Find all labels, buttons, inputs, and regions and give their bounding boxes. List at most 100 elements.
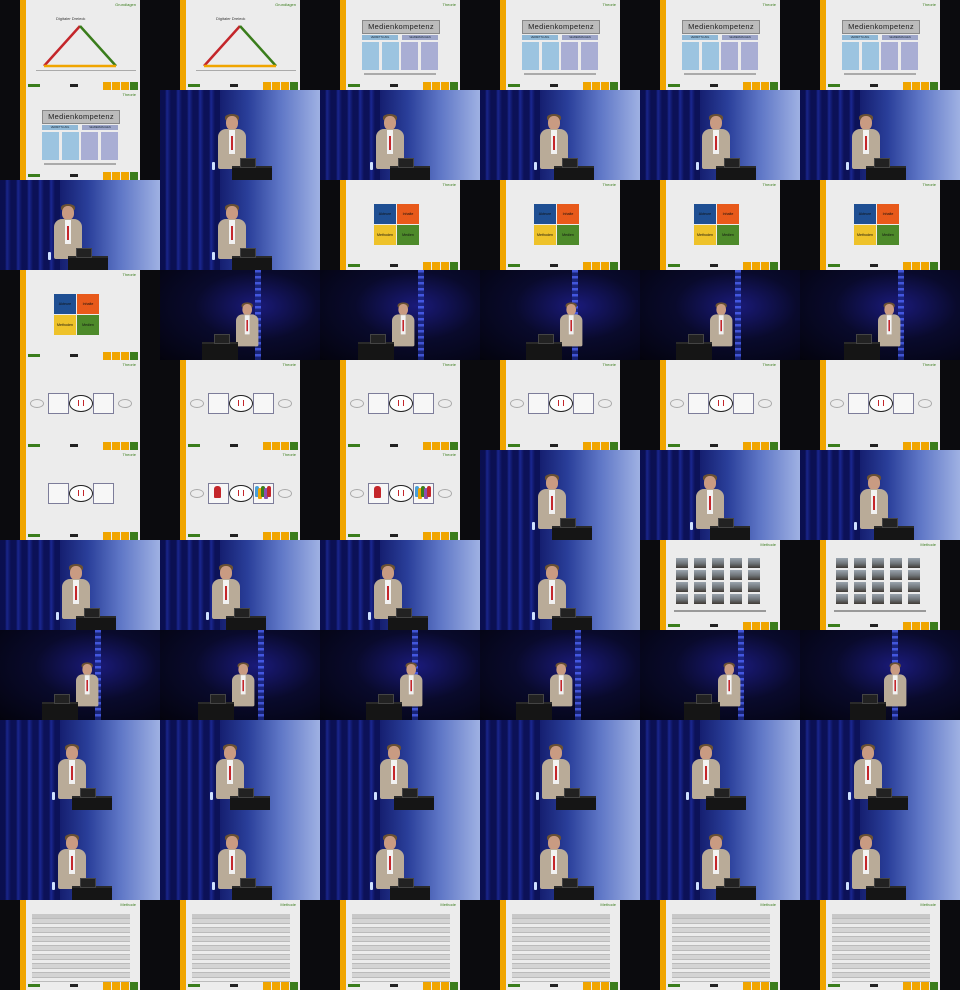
- slide: Theorie Medienkompetenz VERMITTLUNG SELBERM…: [20, 90, 140, 180]
- speaker-head: [70, 566, 82, 580]
- process-box: [48, 393, 69, 414]
- process-box: [208, 393, 229, 414]
- water-bottle: [370, 882, 373, 890]
- slide-corner-square: [912, 82, 920, 90]
- slide-thumbnail: Methode: [800, 540, 960, 630]
- speaker-head: [550, 746, 562, 760]
- triangle-edge: [79, 25, 117, 67]
- water-bottle: [846, 162, 849, 170]
- slide-corner-square: [121, 352, 129, 360]
- slide-logo: [668, 444, 680, 447]
- stage-truss: [898, 270, 904, 360]
- process-end-marker: [190, 399, 204, 408]
- speaker-lanyard: [720, 320, 722, 332]
- slide: Theorie: [340, 450, 460, 540]
- stage-photo-thumbnail: [160, 540, 320, 630]
- slide-thumbnail: Theorie Akteure Inhalte Methoden Medien: [800, 180, 960, 270]
- stage-curtain: [480, 450, 540, 540]
- speaker-lanyard: [873, 496, 875, 510]
- laptop: [560, 608, 576, 618]
- slide-corner-square: [103, 172, 111, 180]
- slide-section-title: Theorie: [762, 182, 776, 187]
- slide: Theorie: [180, 450, 300, 540]
- slide-section-title: Theorie: [442, 362, 456, 367]
- slide-corner-square: [112, 442, 120, 450]
- stage-photo-thumbnail: [0, 720, 160, 810]
- slide: Theorie Medienkompetenz VERMITTLUNG SELBERM…: [660, 0, 780, 90]
- slide-thumbnail: Theorie: [160, 450, 320, 540]
- slide-corner-square: [272, 532, 280, 540]
- laptop: [402, 788, 418, 798]
- slide-corner-square: [743, 82, 751, 90]
- speaker-head: [546, 476, 558, 490]
- speaker-lanyard: [410, 680, 412, 692]
- speaker-lanyard: [387, 586, 389, 600]
- slide-corner-square: [921, 82, 929, 90]
- slide-corner-square: [423, 532, 431, 540]
- mk-column-box: [721, 42, 738, 70]
- lectern: [556, 796, 596, 810]
- photo-thumbnail: [836, 570, 848, 580]
- speaker-lanyard: [389, 856, 391, 870]
- table-row: [672, 978, 770, 982]
- quad-tile: Methoden: [694, 225, 716, 245]
- laptop: [238, 788, 254, 798]
- slide-corner-square: [770, 622, 778, 630]
- stage-curtain: [0, 540, 60, 630]
- quad-tile: Inhalte: [77, 294, 99, 314]
- photo-thumbnail: [748, 570, 760, 580]
- photo-thumbnail: [908, 594, 920, 604]
- photo-thumbnail: [712, 570, 724, 580]
- slide-corner-square: [290, 442, 298, 450]
- photo-thumbnail: [676, 558, 688, 568]
- license-badge: [870, 84, 878, 87]
- slide-logo: [668, 264, 680, 267]
- lectern: [72, 796, 112, 810]
- slide-logo: [668, 984, 680, 987]
- slide-corner-square: [761, 982, 769, 990]
- process-end-marker: [918, 399, 932, 408]
- lectern: [226, 616, 266, 630]
- stage-curtain: [160, 180, 220, 270]
- lectern: [554, 166, 594, 180]
- slide-corner-square: [601, 442, 609, 450]
- speaker-lanyard: [560, 680, 562, 692]
- stage-photo-thumbnail: [480, 720, 640, 810]
- slide-logo: [28, 534, 40, 537]
- slide-thumbnail: Methode: [480, 900, 640, 990]
- stage-curtain: [800, 90, 860, 180]
- license-badge: [70, 444, 78, 447]
- slide-corner-square: [770, 442, 778, 450]
- photo-thumbnail: [712, 582, 724, 592]
- photo-thumbnail: [890, 570, 902, 580]
- slide-corner-square: [121, 442, 129, 450]
- stage-truss: [735, 270, 741, 360]
- slide-corner-square: [903, 622, 911, 630]
- speaker-lanyard: [551, 586, 553, 600]
- license-badge: [390, 984, 398, 987]
- slide-corner-square: [441, 442, 449, 450]
- stage-photo-thumbnail: [160, 810, 320, 900]
- slide-corner-square: [592, 262, 600, 270]
- speaker-lanyard: [231, 136, 233, 150]
- lectern: [552, 526, 592, 540]
- process-box: [93, 483, 114, 504]
- process-end-marker: [510, 399, 524, 408]
- mk-left-label: VERMITTLUNG: [522, 35, 558, 40]
- process-end-marker: [598, 399, 612, 408]
- method-table: [512, 914, 610, 982]
- photo-thumbnail: [908, 558, 920, 568]
- slide-logo: [348, 264, 360, 267]
- slide: Theorie: [660, 360, 780, 450]
- speaker-head: [704, 476, 716, 490]
- slide-corner-square: [601, 982, 609, 990]
- slide: Theorie Akteure Inhalte Methoden Medien: [20, 270, 140, 360]
- laptop: [724, 878, 740, 888]
- slide-corner-square: [263, 532, 271, 540]
- slide: Theorie Akteure Inhalte Methoden Medien: [340, 180, 460, 270]
- slide-side-bar: [820, 0, 826, 90]
- slide-corner-square: [903, 982, 911, 990]
- slide-section-title: Theorie: [442, 452, 456, 457]
- lectern: [716, 166, 756, 180]
- lectern: [72, 886, 112, 900]
